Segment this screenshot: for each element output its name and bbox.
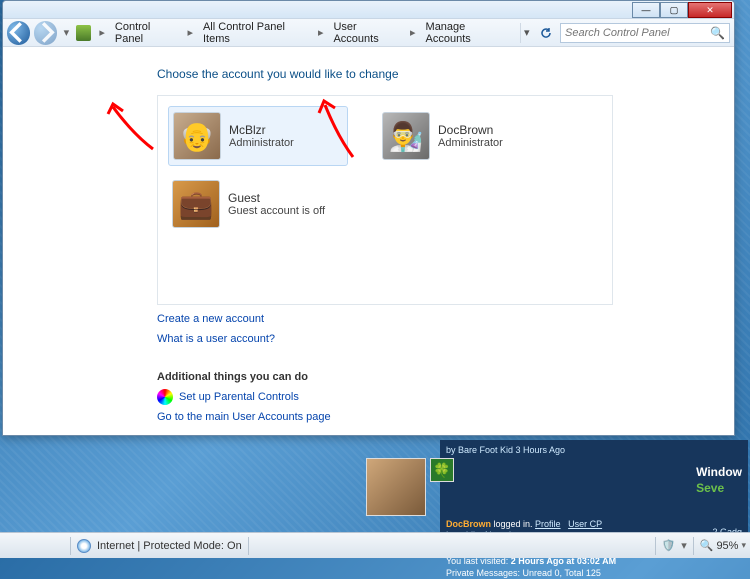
zoom-icon: 🔍 [700,539,714,552]
main-accounts-link[interactable]: Go to the main User Accounts page [157,411,734,423]
account-name: McBlzr [229,123,294,137]
control-panel-window: — ▢ ✕ ▾ ▸ Control Panel ▸ All Control Pa… [2,0,735,436]
page-heading: Choose the account you would like to cha… [157,67,734,81]
breadcrumb[interactable]: ▸ Control Panel ▸ All Control Panel Item… [95,21,511,45]
account-name: DocBrown [438,123,503,137]
parental-controls-icon [157,389,173,405]
chevron-right-icon: ▸ [95,26,109,39]
account-name: Guest [228,191,325,205]
avatar: 👨‍🔬 [382,112,430,160]
account-tile-docbrown[interactable]: 👨‍🔬 DocBrown Administrator [378,106,558,166]
refresh-button[interactable] [537,23,556,43]
additional-heading: Additional things you can do [157,371,734,383]
create-account-link[interactable]: Create a new account [157,313,734,325]
forum-stat: Private Messages: Unread 0, Total 125 [446,567,742,579]
protected-mode-status: Internet | Protected Mode: On [97,540,242,552]
address-dropdown[interactable]: ▾ [520,23,533,43]
account-role: Administrator [229,137,294,149]
forward-button[interactable] [34,21,57,45]
avatar: 💼 [172,180,220,228]
avatar: 👴 [173,112,221,160]
account-role: Administrator [438,137,503,149]
chevron-right-icon: ▸ [406,26,420,39]
account-role: Guest account is off [228,205,325,217]
close-button[interactable]: ✕ [688,2,732,18]
chevron-right-icon: ▸ [183,26,197,39]
search-icon[interactable]: 🔍 [710,26,725,40]
zoom-level: 95% [716,540,738,552]
internet-zone-icon [77,539,91,553]
forum-footer: by Bare Foot Kid 3 Hours Ago 🍀 DocBrown … [440,440,748,540]
accounts-list: 👴 McBlzr Administrator 👨‍🔬 DocBrown Admi… [157,95,613,305]
history-dropdown[interactable]: ▾ [61,21,72,45]
usercp-link[interactable]: User CP [568,519,602,529]
account-tile-mcblzr[interactable]: 👴 McBlzr Administrator [168,106,348,166]
what-is-account-link[interactable]: What is a user account? [157,333,734,345]
ie-statusbar: Internet | Protected Mode: On 🛡️ ▾ 🔍 95%… [0,532,750,558]
profile-link[interactable]: Profile [535,519,561,529]
annotation-arrow [103,99,163,164]
security-icon: 🛡️ [662,539,676,552]
control-panel-icon [76,25,91,41]
forum-byline: by Bare Foot Kid 3 Hours Ago [446,444,742,456]
seven-forums-logo: WindowSeve [696,464,742,496]
breadcrumb-item[interactable]: User Accounts [329,21,404,45]
account-tile-guest[interactable]: 💼 Guest Guest account is off [168,174,348,234]
search-input[interactable] [565,27,710,39]
avatar: 🍀 [430,458,454,482]
avatar [366,458,426,516]
content-area: Choose the account you would like to cha… [3,47,734,435]
chevron-right-icon: ▸ [314,26,328,39]
parental-controls-link[interactable]: Set up Parental Controls [179,391,299,403]
maximize-button[interactable]: ▢ [660,2,688,18]
address-bar: ▾ ▸ Control Panel ▸ All Control Panel It… [3,19,734,47]
chevron-down-icon[interactable]: ▾ [741,540,746,551]
breadcrumb-item[interactable]: Control Panel [111,21,182,45]
breadcrumb-item[interactable]: All Control Panel Items [199,21,312,45]
zoom-control[interactable]: 🔍 95% ▾ [700,539,746,552]
breadcrumb-item[interactable]: Manage Accounts [422,21,512,45]
search-box[interactable]: 🔍 [560,23,730,43]
back-button[interactable] [7,21,30,45]
window-titlebar: — ▢ ✕ [3,1,734,19]
forum-username: DocBrown [446,519,491,529]
minimize-button[interactable]: — [632,2,660,18]
